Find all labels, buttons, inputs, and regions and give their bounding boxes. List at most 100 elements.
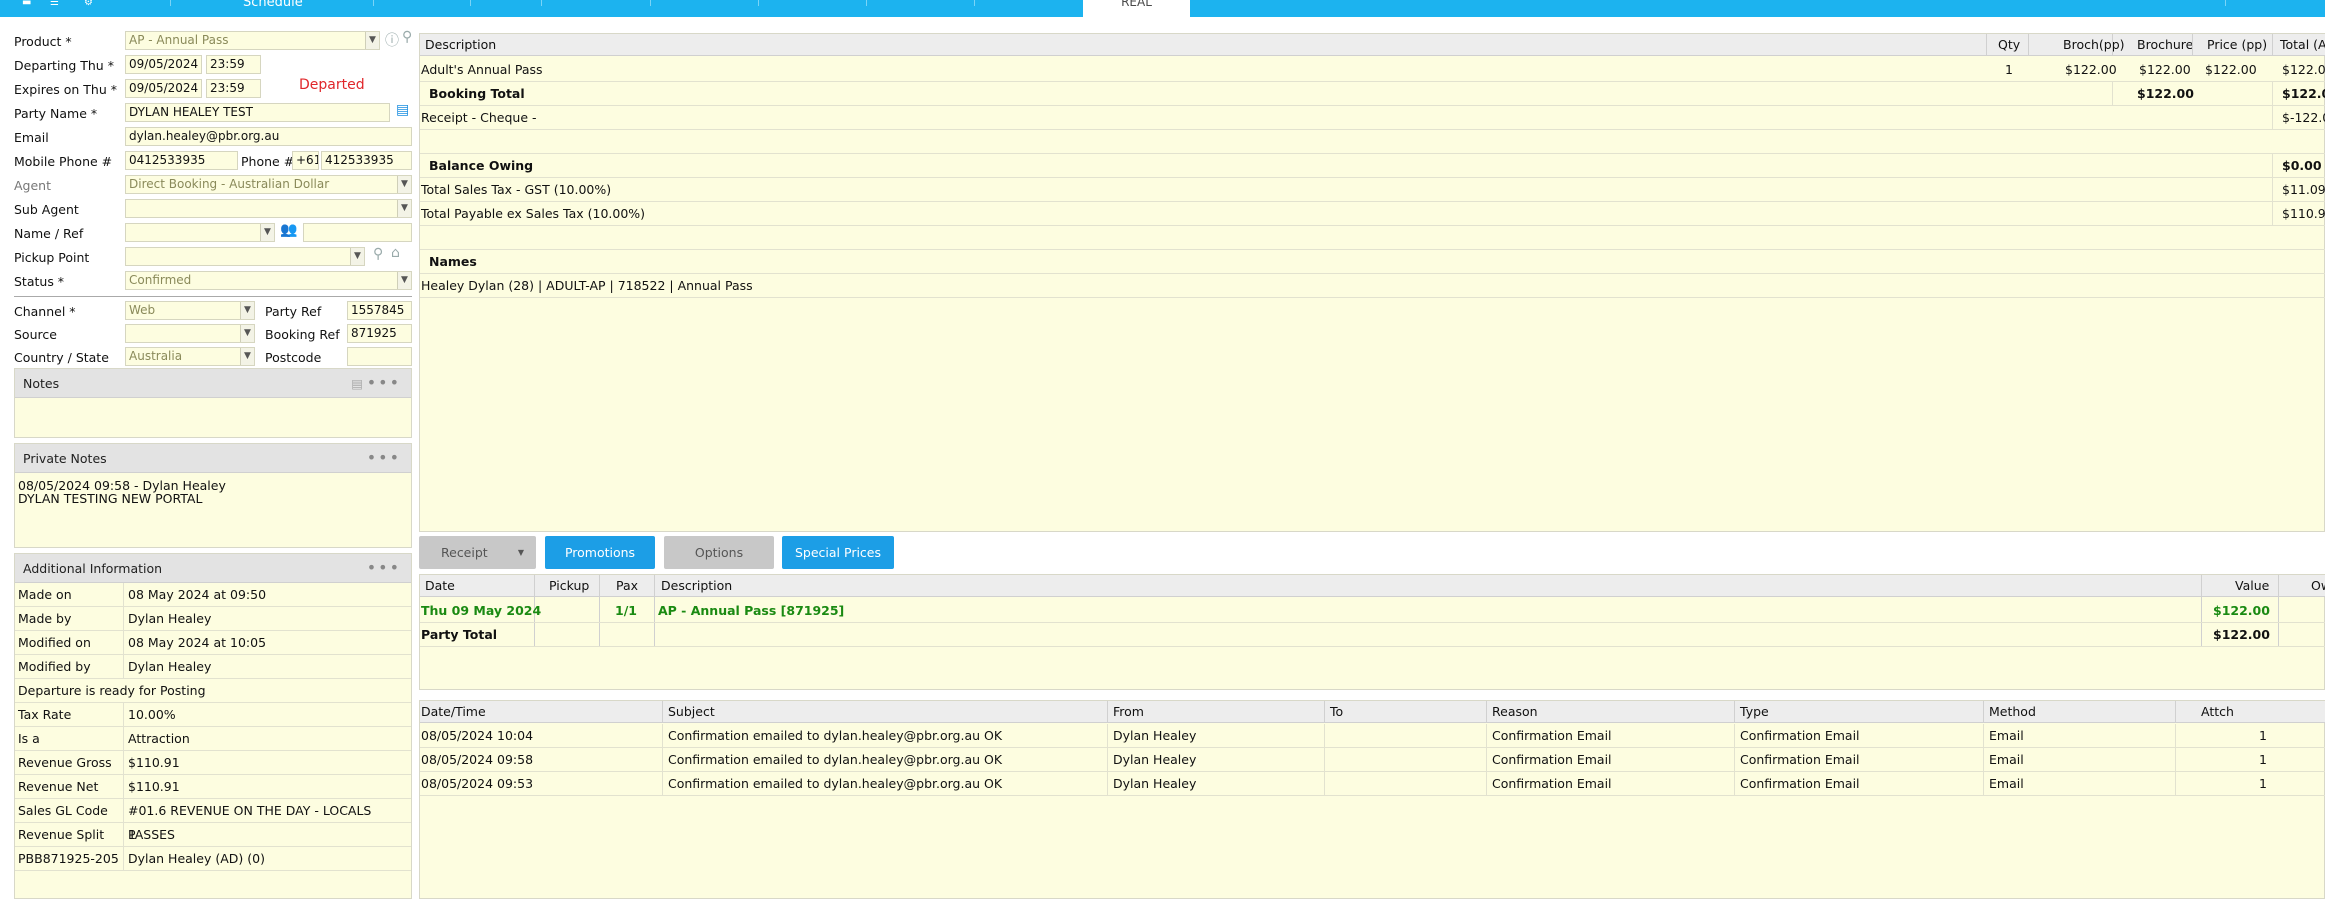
special-prices-button[interactable]: Special Prices bbox=[782, 536, 894, 569]
departing-time-field[interactable]: 23:59 bbox=[206, 55, 261, 74]
tab-schedule[interactable]: Schedule bbox=[243, 0, 303, 17]
options-button[interactable]: Options bbox=[664, 536, 774, 569]
itinerary-description: AP - Annual Pass [871925] bbox=[658, 603, 845, 618]
receipt-button[interactable]: Receipt ▼ bbox=[419, 536, 536, 569]
pickup-select[interactable]: ▼ bbox=[125, 247, 365, 266]
expires-date-field[interactable]: 09/05/2024 bbox=[125, 79, 202, 98]
log-row[interactable]: 08/05/2024 10:04 Confirmation emailed to … bbox=[420, 724, 2325, 748]
toolbar-list-icon[interactable]: ☰ bbox=[50, 0, 59, 17]
party-name-field[interactable]: DYLAN HEALEY TEST bbox=[125, 103, 390, 122]
col-price-pp[interactable]: Price (pp) bbox=[2207, 34, 2267, 56]
country-select[interactable]: Australia ▼ bbox=[125, 347, 255, 366]
channel-label: Channel * bbox=[14, 304, 76, 319]
more-icon[interactable]: ••• bbox=[367, 554, 401, 581]
col-subject[interactable]: Subject bbox=[668, 701, 715, 723]
log-row[interactable]: 08/05/2024 09:53 Confirmation emailed to … bbox=[420, 772, 2325, 796]
search-icon[interactable]: ⚲ bbox=[373, 246, 383, 262]
tab-real[interactable]: REAL bbox=[1083, 0, 1190, 17]
log-reason: Confirmation Email bbox=[1492, 776, 1612, 791]
col-brochure[interactable]: Brochure bbox=[2137, 34, 2193, 56]
col-owing[interactable]: Owing bbox=[2311, 575, 2325, 597]
col-reason[interactable]: Reason bbox=[1492, 701, 1538, 723]
agent-label: Agent bbox=[14, 178, 51, 193]
table-row[interactable]: Thu 09 May 2024 1/1 AP - Annual Pass [87… bbox=[420, 598, 2325, 622]
log-from: Dylan Healey bbox=[1113, 728, 1197, 743]
status-select[interactable]: Confirmed ▼ bbox=[125, 271, 412, 290]
status-label: Status * bbox=[14, 274, 65, 289]
chevron-down-icon[interactable]: ▼ bbox=[518, 536, 524, 569]
info-key: Tax Rate bbox=[18, 707, 72, 722]
col-description[interactable]: Description bbox=[425, 34, 496, 56]
notes-header: Notes ▤ ••• bbox=[15, 369, 411, 398]
product-select[interactable]: AP - Annual Pass ▼ bbox=[125, 31, 380, 50]
note-icon[interactable]: ▤ bbox=[351, 369, 363, 398]
people-icon[interactable]: 👥 bbox=[280, 222, 297, 238]
info-key: Made on bbox=[18, 587, 72, 602]
phone-country-code[interactable]: +61 bbox=[292, 151, 319, 170]
sub-agent-select[interactable]: ▼ bbox=[125, 199, 412, 218]
name-ref-extra-field[interactable] bbox=[303, 223, 412, 242]
toolbar-doc-icon[interactable]: ▬ bbox=[22, 0, 31, 17]
line-total: $122.00 bbox=[2282, 62, 2325, 77]
expires-time-field[interactable]: 23:59 bbox=[206, 79, 261, 98]
col-date[interactable]: Date bbox=[425, 575, 455, 597]
chevron-down-icon: ▼ bbox=[365, 32, 379, 49]
col-qty[interactable]: Qty bbox=[1998, 34, 2020, 56]
document-icon[interactable]: ▤ bbox=[396, 102, 409, 118]
log-method: Email bbox=[1989, 752, 2024, 767]
source-select[interactable]: ▼ bbox=[125, 324, 255, 343]
notes-title: Notes bbox=[23, 376, 60, 391]
col-description[interactable]: Description bbox=[661, 575, 732, 597]
log-row[interactable]: 08/05/2024 09:58 Confirmation emailed to … bbox=[420, 748, 2325, 772]
party-ref-field[interactable]: 1557845 bbox=[347, 301, 412, 320]
col-pickup[interactable]: Pickup bbox=[549, 575, 589, 597]
col-broch-pp[interactable]: Broch(pp) bbox=[2063, 34, 2125, 56]
more-icon[interactable]: ••• bbox=[367, 444, 401, 471]
email-field[interactable]: dylan.healey@pbr.org.au bbox=[125, 127, 412, 146]
col-total[interactable]: Total (AUD) bbox=[2280, 34, 2325, 56]
booking-ref-field[interactable]: 871925 bbox=[347, 324, 412, 343]
channel-select[interactable]: Web ▼ bbox=[125, 301, 255, 320]
name-ref-select[interactable]: ▼ bbox=[125, 223, 275, 242]
log-method: Email bbox=[1989, 776, 2024, 791]
info-key: Made by bbox=[18, 611, 72, 626]
info-key: PBB871925-205 bbox=[18, 851, 119, 866]
promotions-button[interactable]: Promotions bbox=[545, 536, 655, 569]
agent-select[interactable]: Direct Booking - Australian Dollar ▼ bbox=[125, 175, 412, 194]
private-notes-body[interactable]: 08/05/2024 09:58 - Dylan Healey DYLAN TE… bbox=[15, 473, 411, 511]
info-icon[interactable]: ⓘ bbox=[385, 30, 399, 50]
chevron-down-icon: ▼ bbox=[240, 348, 254, 365]
itinerary-header: Date Pickup Pax Description Value Owing bbox=[420, 575, 2325, 597]
col-method[interactable]: Method bbox=[1989, 701, 2036, 723]
log-type: Confirmation Email bbox=[1740, 776, 1860, 791]
private-notes-panel: Private Notes ••• 08/05/2024 09:58 - Dyl… bbox=[14, 443, 412, 548]
postcode-field[interactable] bbox=[347, 347, 412, 366]
col-pax[interactable]: Pax bbox=[616, 575, 638, 597]
departing-date-field[interactable]: 09/05/2024 bbox=[125, 55, 202, 74]
info-key: Modified by bbox=[18, 659, 91, 674]
home-icon[interactable]: ⌂ bbox=[391, 245, 400, 261]
col-attch[interactable]: Attch bbox=[2201, 701, 2234, 723]
toolbar-gear-icon[interactable]: ⚙ bbox=[84, 0, 93, 17]
notes-body[interactable] bbox=[15, 398, 411, 438]
col-from[interactable]: From bbox=[1113, 701, 1144, 723]
more-icon[interactable]: ••• bbox=[367, 369, 401, 396]
divider bbox=[14, 296, 412, 297]
col-to[interactable]: To bbox=[1330, 701, 1343, 723]
departing-label: Departing Thu * bbox=[14, 58, 114, 73]
line-qty: 1 bbox=[2005, 62, 2013, 77]
names-line[interactable]: Healey Dylan (28) | ADULT-AP | 718522 | … bbox=[421, 278, 753, 293]
info-key: Revenue Split bbox=[18, 827, 105, 842]
col-datetime[interactable]: Date/Time bbox=[421, 701, 486, 723]
info-row: Is a Attraction bbox=[15, 727, 411, 751]
info-key: Is a bbox=[18, 731, 40, 746]
items-grid: Description Qty Broch(pp) Brochure Price… bbox=[419, 33, 2325, 532]
col-type[interactable]: Type bbox=[1740, 701, 1769, 723]
col-value[interactable]: Value bbox=[2235, 575, 2269, 597]
search-icon[interactable]: ⚲ bbox=[402, 29, 412, 45]
info-row: PBB871925-205 Dylan Healey (AD) (0) bbox=[15, 847, 411, 871]
phone-field[interactable]: 412533935 bbox=[321, 151, 412, 170]
itinerary-grid: Date Pickup Pax Description Value Owing … bbox=[419, 574, 2325, 690]
table-row[interactable]: Adult's Annual Pass 1 $122.00 $122.00 $1… bbox=[420, 57, 2325, 81]
mobile-field[interactable]: 0412533935 bbox=[125, 151, 238, 170]
